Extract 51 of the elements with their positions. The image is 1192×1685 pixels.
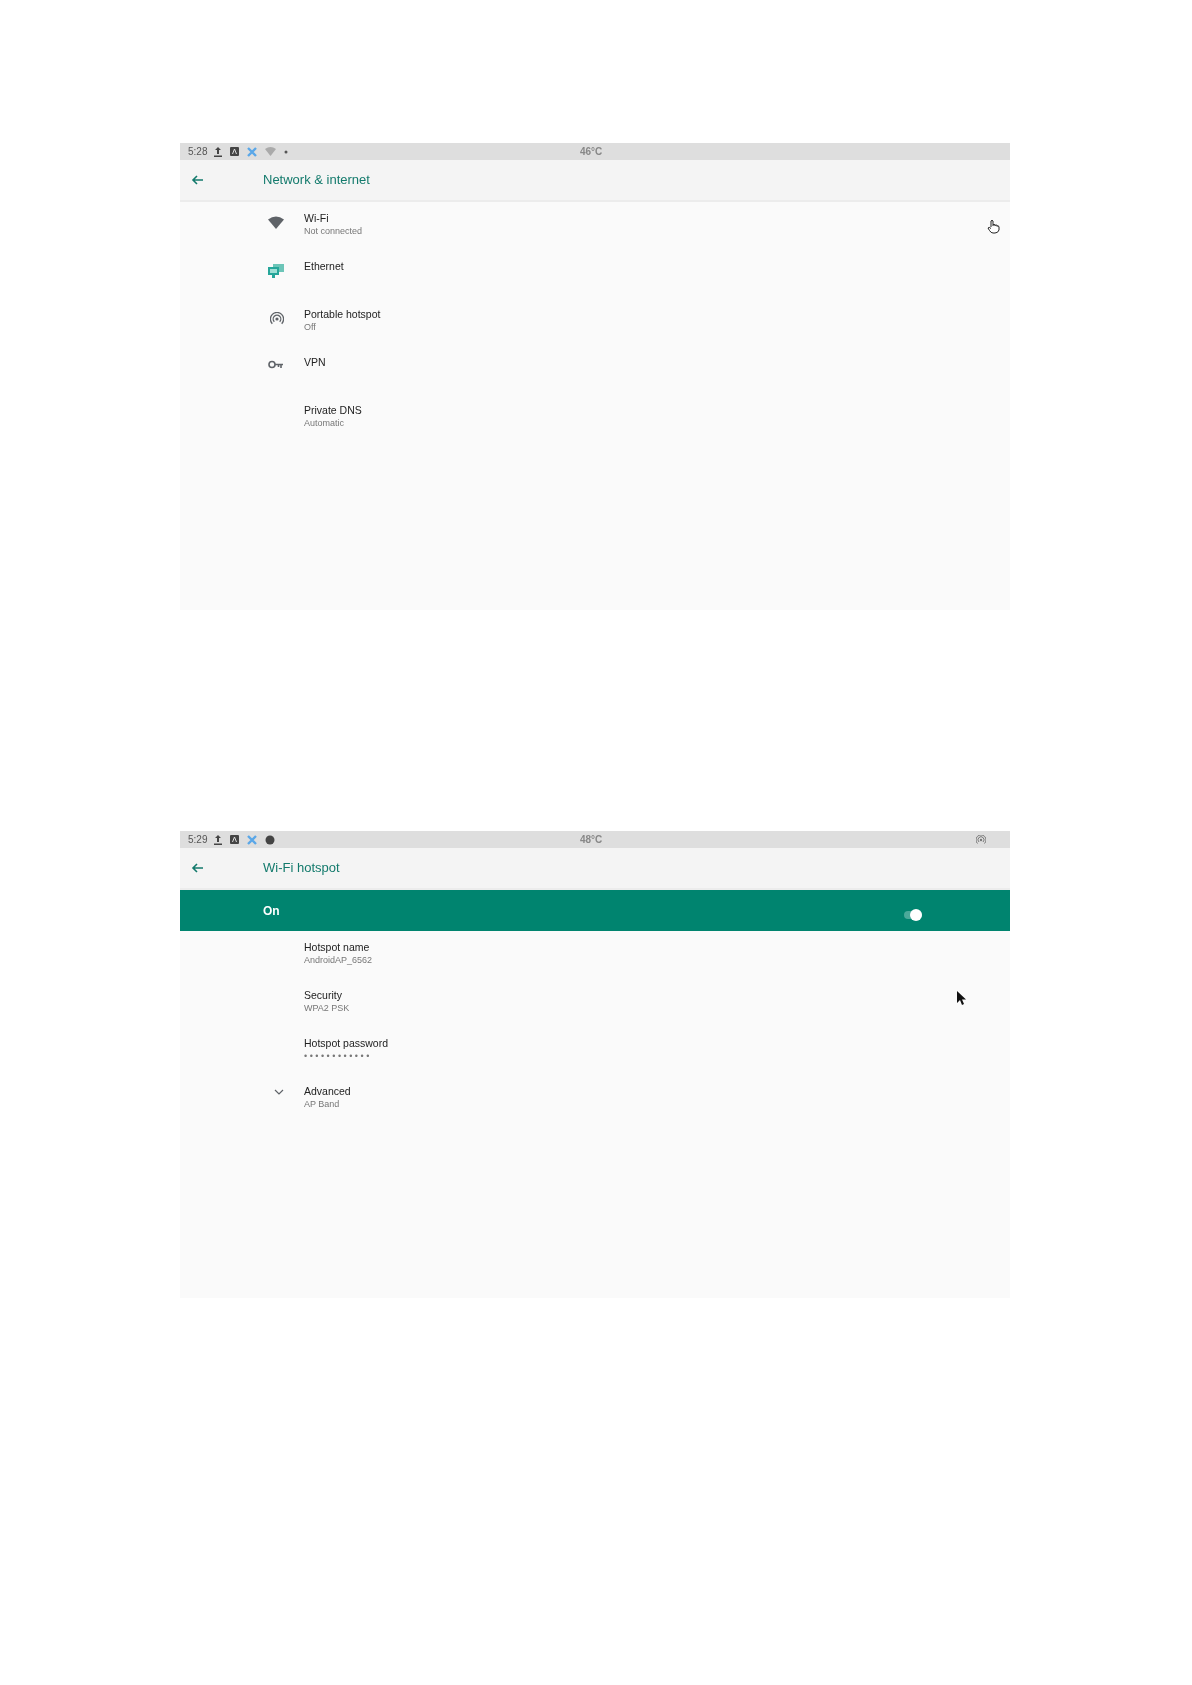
dot-icon [284, 149, 289, 154]
square-icon [230, 835, 240, 844]
settings-item[interactable]: Advanced AP Band [180, 1075, 1010, 1123]
settings-item[interactable]: VPN [180, 346, 1010, 394]
square-icon [230, 147, 240, 156]
upload-icon [214, 834, 223, 845]
page-title: Wi-Fi hotspot [263, 859, 340, 878]
item-subtitle: Off [304, 321, 317, 333]
settings-item[interactable]: Security WPA2 PSK [180, 979, 1010, 1027]
back-arrow-icon[interactable] [191, 863, 203, 873]
wifi-icon [268, 216, 284, 229]
toggle-bar[interactable]: On [180, 890, 1010, 931]
settings-item[interactable]: Hotspot password • • • • • • • • • • • • [180, 1027, 1010, 1075]
hand-pointer-icon [987, 219, 1000, 234]
temperature: 48°C [580, 833, 603, 846]
item-title: Hotspot name [304, 941, 371, 954]
key-icon [268, 360, 284, 369]
hotspot-icon [976, 834, 986, 845]
item-subtitle: Not connected [304, 225, 363, 237]
hotspot-icon [270, 312, 284, 326]
item-title: Advanced [304, 1085, 351, 1098]
item-subtitle: • • • • • • • • • • • • [304, 1050, 371, 1062]
item-title: Security [304, 989, 343, 1002]
monitors-icon [268, 264, 284, 278]
item-title: Hotspot password [304, 1037, 389, 1050]
item-subtitle: Automatic [304, 417, 346, 429]
toggle-label: On [263, 902, 280, 920]
cross-icon [247, 834, 258, 845]
upload-icon [214, 146, 223, 157]
item-subtitle: AndroidAP_6562 [304, 954, 373, 966]
item-title: VPN [304, 356, 326, 369]
settings-item[interactable]: Ethernet [180, 250, 1010, 298]
wifi-icon [265, 147, 277, 156]
item-subtitle: WPA2 PSK [304, 1002, 350, 1014]
settings-item[interactable]: Wi-Fi Not connected [180, 202, 1010, 250]
temperature: 46°C [580, 145, 603, 158]
cursor-arrow-icon [957, 991, 967, 1005]
item-title: Portable hotspot [304, 308, 381, 321]
circle-icon [265, 834, 276, 845]
item-title: Ethernet [304, 260, 344, 273]
back-arrow-icon[interactable] [191, 175, 203, 185]
clock: 5:29 [188, 833, 208, 847]
item-subtitle: AP Band [304, 1098, 341, 1110]
item-title: Private DNS [304, 404, 362, 417]
settings-item[interactable]: Private DNS Automatic [180, 394, 1010, 442]
page-title: Network & internet [263, 171, 370, 190]
settings-item[interactable]: Hotspot name AndroidAP_6562 [180, 931, 1010, 979]
item-title: Wi-Fi [304, 212, 330, 225]
cross-icon [247, 146, 258, 157]
clock: 5:28 [188, 145, 208, 159]
settings-item[interactable]: Portable hotspot Off [180, 298, 1010, 346]
